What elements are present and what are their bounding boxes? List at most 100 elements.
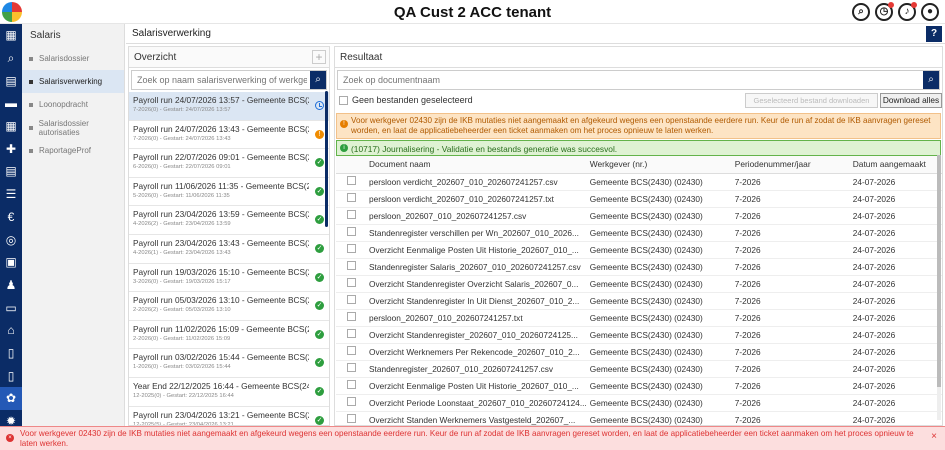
- run-list-item[interactable]: Payroll run 23/04/2026 13:21 - Gemeente …: [129, 407, 329, 425]
- run-title: Payroll run 03/02/2026 15:44 - Gemeente …: [133, 352, 309, 363]
- run-subtitle: 12-2025(0) - Gestart: 22/12/2025 16:44: [133, 392, 234, 399]
- grid-icon[interactable]: ▦: [0, 24, 22, 47]
- download-selected-button[interactable]: Geselecteerd bestand downloaden: [745, 93, 878, 108]
- run-list-item[interactable]: Payroll run 05/03/2026 13:10 - Gemeente …: [129, 292, 329, 321]
- run-list-item[interactable]: Payroll run 23/04/2026 13:59 - Gemeente …: [129, 206, 329, 235]
- run-list-item[interactable]: Payroll run 23/04/2026 13:43 - Gemeente …: [129, 235, 329, 264]
- add-run-button[interactable]: +: [312, 50, 326, 64]
- table-row[interactable]: persloon verdicht_202607_010_20260724125…: [336, 190, 942, 208]
- euro-icon[interactable]: ◎: [0, 228, 22, 251]
- row-checkbox[interactable]: [346, 227, 356, 236]
- list-icon[interactable]: ▯: [0, 364, 22, 387]
- contract-icon[interactable]: ▣: [0, 251, 22, 274]
- run-subtitle: 6-2026(0) - Gestart: 22/07/2026 09:01: [133, 164, 231, 171]
- row-checkbox[interactable]: [346, 278, 356, 287]
- overview-search-input[interactable]: [132, 71, 312, 89]
- person-icon[interactable]: ♟: [0, 274, 22, 297]
- run-title: Payroll run 11/06/2026 11:35 - Gemeente …: [133, 180, 309, 191]
- inbox-icon[interactable]: ▭: [0, 296, 22, 319]
- row-checkbox[interactable]: [346, 329, 356, 338]
- chat-icon[interactable]: ☰: [0, 183, 22, 206]
- table-row[interactable]: Overzicht Eenmalige Posten Uit Historie_…: [336, 241, 942, 259]
- table-row[interactable]: Overzicht Eenmalige Posten Uit Historie_…: [336, 377, 942, 395]
- bank-icon[interactable]: ⌂: [0, 319, 22, 342]
- document-name-cell: Overzicht Standenregister In Uit Dienst_…: [366, 292, 587, 310]
- sidebar-item-raportageprof[interactable]: RaportageProf: [22, 139, 124, 162]
- row-checkbox[interactable]: [346, 414, 356, 423]
- table-row[interactable]: Overzicht Periode Loonstaat_202607_010_2…: [336, 394, 942, 412]
- row-checkbox[interactable]: [346, 193, 356, 202]
- table-row[interactable]: persloon_202607_010_202607241257.csv Geme…: [336, 207, 942, 225]
- sidebar-item-salarisverwerking[interactable]: Salarisverwerking: [22, 70, 124, 93]
- document-search-input[interactable]: [338, 71, 898, 89]
- result-scrollbar[interactable]: [937, 155, 941, 420]
- document-icon[interactable]: ▤: [0, 160, 22, 183]
- run-list-item[interactable]: Year End 22/12/2025 16:44 - Gemeente BCS…: [129, 378, 329, 407]
- row-checkbox[interactable]: [346, 210, 356, 219]
- user-icon[interactable]: ●: [921, 3, 939, 21]
- column-header-document[interactable]: Document naam: [366, 156, 587, 174]
- row-checkbox[interactable]: [346, 244, 356, 253]
- table-row[interactable]: Overzicht Standenregister Overzicht Sala…: [336, 275, 942, 293]
- file-icon[interactable]: ▯: [0, 342, 22, 365]
- org-icon[interactable]: ▤: [0, 69, 22, 92]
- table-row[interactable]: Overzicht Standen Werknemers Vastgesteld…: [336, 411, 942, 425]
- row-checkbox-cell: [336, 343, 366, 361]
- table-row[interactable]: Overzicht Werknemers Per Rekencode_20260…: [336, 343, 942, 361]
- run-title: Payroll run 22/07/2026 09:01 - Gemeente …: [133, 152, 309, 163]
- download-all-button[interactable]: Download alles: [880, 93, 942, 108]
- run-title: Payroll run 23/04/2026 13:43 - Gemeente …: [133, 237, 309, 248]
- run-list-item[interactable]: Payroll run 11/06/2026 11:35 - Gemeente …: [129, 178, 329, 207]
- folder-icon[interactable]: ▬: [0, 92, 22, 115]
- datum-cell: 24-07-2026: [849, 411, 942, 425]
- table-row[interactable]: persloon_202607_010_202607241257.txt Geme…: [336, 309, 942, 327]
- column-header-datum[interactable]: Datum aangemaakt: [849, 156, 942, 174]
- run-list-item[interactable]: Payroll run 24/07/2026 13:57 - Gemeente …: [129, 92, 329, 121]
- search-button[interactable]: ⌕: [923, 71, 939, 89]
- run-list-item[interactable]: Payroll run 24/07/2026 13:43 - Gemeente …: [129, 121, 329, 150]
- table-row[interactable]: Standenregister verschillen per Wn_20260…: [336, 224, 942, 242]
- row-checkbox[interactable]: [346, 261, 356, 270]
- run-title: Payroll run 19/03/2026 15:10 - Gemeente …: [133, 266, 309, 277]
- row-checkbox[interactable]: [346, 397, 356, 406]
- row-checkbox[interactable]: [346, 295, 356, 304]
- top-icons: ⌕ ◷ ♪ ●: [852, 2, 939, 21]
- run-list-item[interactable]: Payroll run 22/07/2026 09:01 - Gemeente …: [129, 149, 329, 178]
- sidebar-item-loonopdracht[interactable]: Loonopdracht: [22, 93, 124, 116]
- payroll-icon[interactable]: ✿: [0, 387, 22, 410]
- table-row[interactable]: Overzicht Standenregister_202607_010_202…: [336, 326, 942, 344]
- column-header-werkgever[interactable]: Werkgever (nr.): [586, 156, 732, 174]
- run-list-item[interactable]: Payroll run 19/03/2026 15:10 - Gemeente …: [129, 264, 329, 293]
- sidebar-item-salarisdossier[interactable]: Salarisdossier: [22, 47, 124, 70]
- overview-scrollbar[interactable]: [325, 91, 328, 227]
- success-check-icon: ✓: [315, 329, 324, 339]
- plus-icon[interactable]: ✚: [0, 137, 22, 160]
- periode-cell: 7-2026: [731, 173, 850, 191]
- periode-cell: 7-2026: [731, 326, 850, 344]
- select-all-checkbox[interactable]: [339, 96, 348, 105]
- run-list-item[interactable]: Payroll run 03/02/2026 15:44 - Gemeente …: [129, 349, 329, 378]
- help-button[interactable]: ?: [926, 26, 942, 42]
- sidebar-item-autorisaties[interactable]: Salarisdossier autorisaties: [22, 116, 124, 139]
- money-icon[interactable]: €: [0, 206, 22, 229]
- table-row[interactable]: Standenregister_202607_010_202607241257.…: [336, 360, 942, 378]
- column-header-periode[interactable]: Periodenummer/jaar: [731, 156, 850, 174]
- close-icon[interactable]: ×: [931, 432, 937, 442]
- row-checkbox[interactable]: [346, 380, 356, 389]
- row-checkbox[interactable]: [346, 176, 356, 185]
- row-checkbox[interactable]: [346, 363, 356, 372]
- table-row[interactable]: Overzicht Standenregister In Uit Dienst_…: [336, 292, 942, 310]
- search-button[interactable]: ⌕: [310, 71, 326, 89]
- clock-icon[interactable]: ◷: [875, 2, 894, 21]
- zoom-search-icon[interactable]: ⌕: [852, 3, 870, 21]
- row-checkbox[interactable]: [346, 346, 356, 355]
- table-row[interactable]: persloon verdicht_202607_010_20260724125…: [336, 173, 942, 191]
- search-icon[interactable]: ⌕: [0, 47, 22, 70]
- bell-icon[interactable]: ♪: [898, 2, 917, 21]
- table-row[interactable]: Standenregister Salaris_202607_010_20260…: [336, 258, 942, 276]
- run-title: Payroll run 23/04/2026 13:21 - Gemeente …: [133, 409, 309, 420]
- overview-header: Overzicht +: [129, 47, 329, 68]
- calendar-icon[interactable]: ▦: [0, 115, 22, 138]
- run-list-item[interactable]: Payroll run 11/02/2026 15:09 - Gemeente …: [129, 321, 329, 350]
- row-checkbox[interactable]: [346, 312, 356, 321]
